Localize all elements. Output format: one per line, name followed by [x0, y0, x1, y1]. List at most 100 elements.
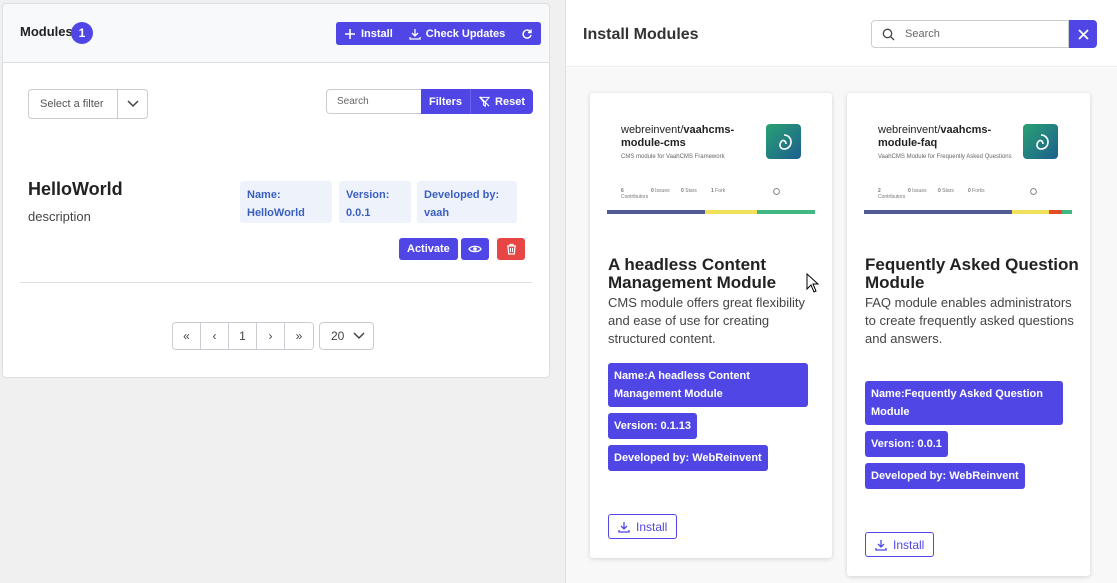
repo-stat: 0 Stars — [681, 188, 697, 194]
meta-label: Name: — [247, 189, 281, 201]
language-bar — [607, 210, 815, 214]
repo-name-1: vaahcms- — [683, 124, 735, 136]
module-card-grid: webreinvent/vaahcms- module-cms CMS modu… — [566, 68, 1117, 583]
panel-title: Install Modules — [583, 26, 699, 43]
meta-value: 0.0.1 — [346, 207, 371, 219]
per-page-value: 20 — [331, 329, 345, 343]
repo-tagline: VaahCMS Module for Frequently Asked Ques… — [878, 154, 1012, 160]
repo-preview-image: webreinvent/vaahcms- module-faq VaahCMS … — [847, 93, 1090, 233]
page-title: Modules — [20, 24, 73, 39]
filter-off-icon — [479, 96, 491, 107]
repo-stat: 1 Fork — [711, 188, 726, 194]
repo-title: webreinvent/vaahcms- module-faq — [878, 124, 991, 150]
divider — [20, 282, 532, 283]
activate-button[interactable]: Activate — [399, 238, 458, 260]
chevron-down-icon — [117, 90, 147, 118]
repo-stat: 0 Issues — [651, 188, 670, 194]
card-install-button[interactable]: Install — [608, 514, 678, 539]
card-title: Fequently Asked Question Module — [865, 255, 1079, 292]
repo-owner: webreinvent/ — [621, 124, 684, 136]
install-modules-header: Install Modules — [566, 0, 1117, 67]
trash-icon — [506, 243, 516, 255]
next-page-button[interactable]: › — [257, 323, 285, 349]
vaahcms-logo-icon — [766, 124, 801, 159]
name-pill: Name:A headless Content Management Modul… — [608, 363, 808, 407]
close-icon — [1077, 28, 1089, 40]
module-meta-version: Version: 0.0.1 — [339, 181, 411, 223]
card-install-label: Install — [636, 519, 668, 534]
install-search-input[interactable] — [905, 28, 1055, 40]
repo-title: webreinvent/vaahcms- module-cms — [621, 124, 734, 150]
first-page-button[interactable]: « — [173, 323, 201, 349]
download-icon — [875, 539, 887, 551]
delete-button[interactable] — [497, 238, 525, 260]
refresh-button[interactable] — [513, 22, 542, 45]
plus-icon — [345, 28, 355, 39]
per-page-select[interactable]: 20 — [319, 322, 374, 350]
vaahcms-logo-icon — [1023, 124, 1058, 159]
download-icon — [409, 28, 421, 40]
module-meta-name: Name: HelloWorld — [240, 181, 332, 223]
version-pill: Version: 0.0.1 — [865, 431, 948, 457]
card-install-label: Install — [893, 537, 925, 552]
repo-name-2: module-cms — [621, 137, 686, 149]
card-description: CMS module offers great flexibility and … — [608, 295, 806, 346]
reset-button[interactable]: Reset — [470, 89, 533, 114]
prev-page-button[interactable]: ‹ — [201, 323, 229, 349]
module-meta-developer: Developed by: vaah — [417, 181, 517, 223]
repo-stat: 2 Contributors — [878, 188, 906, 200]
github-icon — [773, 188, 780, 200]
filters-button[interactable]: Filters — [421, 89, 471, 114]
filter-select[interactable]: Select a filter — [28, 89, 148, 119]
meta-label: Version: — [346, 189, 390, 201]
download-icon — [618, 521, 630, 533]
module-count-badge: 1 — [71, 22, 93, 44]
card-description: FAQ module enables administrators to cre… — [865, 295, 1074, 346]
repo-name-2: module-faq — [878, 137, 938, 149]
developer-pill: Developed by: WebReinvent — [608, 445, 768, 471]
module-card: webreinvent/vaahcms- module-cms CMS modu… — [590, 93, 832, 558]
filter-select-value: Select a filter — [40, 98, 104, 110]
reset-label: Reset — [495, 95, 525, 108]
repo-stat: 0 Issues — [908, 188, 927, 194]
install-search-field — [871, 20, 1069, 48]
last-page-button[interactable]: » — [285, 323, 313, 349]
card-title: A headless Content Management Module — [608, 255, 777, 292]
repo-tagline: CMS module for VaahCMS Framework — [621, 154, 725, 160]
meta-label: Developed by: — [424, 189, 500, 201]
view-button[interactable] — [461, 238, 489, 260]
module-search-group: Filters Reset — [326, 89, 533, 114]
name-pill: Name:Fequently Asked Question Module — [865, 381, 1063, 425]
module-card: webreinvent/vaahcms- module-faq VaahCMS … — [847, 93, 1090, 576]
github-icon — [1030, 188, 1037, 200]
mouse-cursor-icon — [806, 273, 820, 293]
search-icon — [882, 28, 895, 40]
repo-preview-image: webreinvent/vaahcms- module-cms CMS modu… — [590, 93, 832, 233]
close-button[interactable] — [1069, 20, 1097, 48]
install-button[interactable]: Install — [336, 22, 401, 45]
check-updates-button[interactable]: Check Updates — [400, 22, 514, 45]
repo-owner: webreinvent/ — [878, 124, 941, 136]
version-pill: Version: 0.1.13 — [608, 413, 698, 439]
repo-stats: 2 Contributors 0 Issues 0 Stars 0 Forks — [878, 188, 1058, 200]
developer-pill: Developed by: WebReinvent — [865, 463, 1025, 489]
chevron-down-icon — [353, 332, 365, 340]
pagination: « ‹ 1 › » — [172, 322, 314, 350]
eye-icon — [468, 245, 482, 253]
page-number-button[interactable]: 1 — [229, 323, 257, 349]
module-description: description — [28, 209, 91, 224]
module-search-input[interactable] — [326, 89, 421, 114]
check-updates-label: Check Updates — [425, 27, 506, 40]
repo-stat: 0 Forks — [968, 188, 985, 194]
modules-panel: Modules 1 Install Check Updates Select a… — [2, 3, 550, 378]
refresh-icon — [522, 28, 532, 39]
meta-value: vaah — [424, 207, 450, 219]
repo-stats: 6 Contributors 0 Issues 0 Stars 1 Fork — [621, 188, 801, 200]
meta-value: HelloWorld — [247, 207, 305, 219]
language-bar — [864, 210, 1073, 214]
modules-header: Modules 1 Install Check Updates — [3, 4, 549, 63]
header-toolbar: Install Check Updates — [336, 22, 542, 45]
repo-stat: 0 Stars — [938, 188, 954, 194]
card-install-button[interactable]: Install — [865, 532, 935, 557]
repo-name-1: vaahcms- — [940, 124, 992, 136]
